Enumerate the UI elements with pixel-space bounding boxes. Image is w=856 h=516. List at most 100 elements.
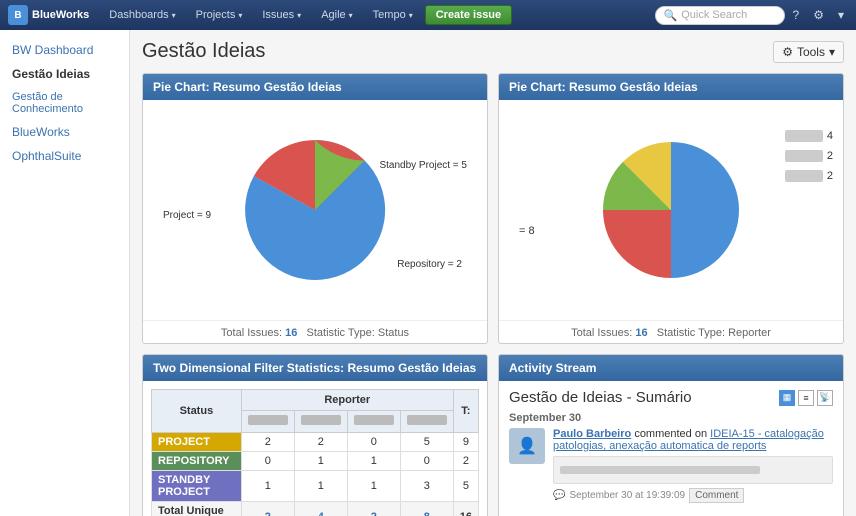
activity-item: 👤 Paulo Barbeiro commented on IDEIA-15 -… — [509, 428, 833, 503]
pie-1-label-repository: Repository = 2 — [397, 259, 462, 270]
page-title: Gestão Ideias — [142, 40, 265, 63]
page-header: Gestão Ideias ⚙ Tools ▾ — [142, 40, 844, 63]
settings-icon[interactable]: ⚙ — [809, 6, 828, 24]
dashboard-grid-bottom: Two Dimensional Filter Statistics: Resum… — [142, 354, 844, 516]
pie-chart-2-container: 4 2 2 = 8 — [509, 110, 833, 310]
table-row-repo-label: REPOSITORY — [152, 452, 242, 471]
activity-panel-header: Activity Stream — [499, 355, 843, 381]
chevron-down-icon: ▾ — [172, 11, 176, 20]
pie-chart-1-header: Pie Chart: Resumo Gestão Ideias — [143, 74, 487, 100]
sidebar-item-ophthal[interactable]: OphthalSuite — [0, 144, 129, 168]
logo: B BlueWorks — [8, 5, 89, 25]
pie-chart-2-body: 4 2 2 = 8 — [499, 100, 843, 320]
search-box[interactable]: 🔍 Quick Search — [655, 6, 785, 25]
pie-2-total-link[interactable]: 16 — [635, 327, 647, 339]
help-icon[interactable]: ? — [789, 6, 804, 24]
table-row-project-v1: 2 — [241, 433, 294, 452]
table-row-standby-v4: 3 — [400, 471, 453, 502]
table-total-v2: 4 — [294, 502, 347, 516]
pie-chart-2-header: Pie Chart: Resumo Gestão Ideias — [499, 74, 843, 100]
chevron-down-icon: ▾ — [829, 45, 835, 59]
activity-view-icons: ▦ ≡ 📡 — [779, 390, 833, 406]
top-navigation: B BlueWorks Dashboards ▾ Projects ▾ Issu… — [0, 0, 856, 30]
nav-dashboards[interactable]: Dashboards ▾ — [101, 0, 183, 30]
table-row-standby-v1: 1 — [241, 471, 294, 502]
chevron-down-icon: ▾ — [409, 11, 413, 20]
table-row-standby-label: STANDBY PROJECT — [152, 471, 242, 502]
app-body: BW Dashboard Gestão Ideias Gestão de Con… — [0, 30, 856, 516]
table-total-header: T: — [453, 390, 478, 433]
table-row-project-label: PROJECT — [152, 433, 242, 452]
search-icon: 🔍 — [664, 9, 678, 22]
pie-1-label-project: Project = 9 — [163, 210, 211, 221]
pie2-label-left: = 8 — [519, 225, 535, 237]
pie-chart-1-container: Standby Project = 5 Project = 9 Reposito… — [153, 110, 477, 310]
table-total-total: 16 — [453, 502, 478, 516]
pie-chart-2-svg — [591, 130, 751, 290]
pie-chart-1-svg — [235, 130, 395, 290]
sidebar-item-gestao-ideias[interactable]: Gestão Ideias — [0, 62, 129, 86]
statistics-table: Status Reporter T: — [151, 389, 479, 516]
nav-issues[interactable]: Issues ▾ — [254, 0, 309, 30]
pie2-legend-3: 2 — [785, 170, 833, 182]
pie-chart-1-body: Standby Project = 5 Project = 9 Reposito… — [143, 100, 487, 320]
gear-icon: ⚙ — [782, 45, 793, 59]
nav-projects[interactable]: Projects ▾ — [188, 0, 251, 30]
table-row-repo-total: 2 — [453, 452, 478, 471]
table-total-v4: 8 — [400, 502, 453, 516]
sidebar: BW Dashboard Gestão Ideias Gestão de Con… — [0, 30, 130, 516]
table-row-project-v2: 2 — [294, 433, 347, 452]
table-row-repo-v3: 1 — [347, 452, 400, 471]
logo-icon: B — [8, 5, 28, 25]
nav-tempo[interactable]: Tempo ▾ — [365, 0, 421, 30]
chevron-down-icon: ▾ — [297, 11, 301, 20]
table-row-standby-total: 5 — [453, 471, 478, 502]
pie-1-label-standby: Standby Project = 5 — [379, 160, 467, 171]
table-reporter-header: Reporter — [241, 390, 453, 411]
table-row-repo-v4: 0 — [400, 452, 453, 471]
table-panel-header: Two Dimensional Filter Statistics: Resum… — [143, 355, 487, 381]
activity-panel-body: Gestão de Ideias - Sumário ▦ ≡ 📡 Septemb… — [499, 381, 843, 511]
activity-date: September 30 — [509, 412, 833, 424]
table-row-standby-v3: 1 — [347, 471, 400, 502]
tools-button[interactable]: ⚙ Tools ▾ — [773, 41, 844, 63]
table-row-project-total: 9 — [453, 433, 478, 452]
search-placeholder: Quick Search — [681, 9, 747, 21]
nav-agile[interactable]: Agile ▾ — [313, 0, 360, 30]
activity-title: Gestão de Ideias - Sumário ▦ ≡ 📡 — [509, 389, 833, 406]
chevron-down-icon: ▾ — [238, 11, 242, 20]
table-row-repo-v2: 1 — [294, 452, 347, 471]
sidebar-item-blueworks[interactable]: BlueWorks — [0, 120, 129, 144]
user-icon[interactable]: ▾ — [834, 6, 848, 24]
activity-panel: Activity Stream Gestão de Ideias - Sumár… — [498, 354, 844, 516]
activity-content: Paulo Barbeiro commented on IDEIA-15 - c… — [553, 428, 833, 503]
chevron-down-icon: ▾ — [349, 11, 353, 20]
pie2-segment-red — [603, 210, 671, 278]
activity-list-icon[interactable]: ≡ — [798, 390, 814, 406]
table-col-2 — [294, 411, 347, 433]
create-issue-button[interactable]: Create issue — [425, 5, 512, 25]
table-status-header: Status — [152, 390, 242, 433]
sidebar-item-gestao-conhecimento[interactable]: Gestão de Conhecimento — [0, 86, 129, 120]
pie-1-total-link[interactable]: 16 — [285, 327, 297, 339]
main-content: Gestão Ideias ⚙ Tools ▾ Pie Chart: Resum… — [130, 30, 856, 516]
table-row-project-v4: 5 — [400, 433, 453, 452]
pie2-segment-blue — [671, 142, 739, 278]
table-total-v3: 2 — [347, 502, 400, 516]
logo-text: BlueWorks — [32, 9, 89, 21]
activity-timestamp: 💬 September 30 at 19:39:09 Comment — [553, 488, 833, 503]
pie-chart-panel-1: Pie Chart: Resumo Gestão Ideias — [142, 73, 488, 344]
activity-grid-icon[interactable]: ▦ — [779, 390, 795, 406]
activity-user-link[interactable]: Paulo Barbeiro — [553, 428, 631, 440]
dashboard-grid-top: Pie Chart: Resumo Gestão Ideias — [142, 73, 844, 344]
table-col-4 — [400, 411, 453, 433]
table-row-repo-v1: 0 — [241, 452, 294, 471]
activity-comment-preview — [553, 456, 833, 484]
table-col-1 — [241, 411, 294, 433]
table-row-project-v3: 0 — [347, 433, 400, 452]
sidebar-item-bw-dashboard[interactable]: BW Dashboard — [0, 38, 129, 62]
table-panel-body: Status Reporter T: — [143, 381, 487, 516]
table-total-label: Total Unique Issues: — [152, 502, 242, 516]
activity-feed-icon[interactable]: 📡 — [817, 390, 833, 406]
activity-text: Paulo Barbeiro commented on IDEIA-15 - c… — [553, 428, 833, 452]
